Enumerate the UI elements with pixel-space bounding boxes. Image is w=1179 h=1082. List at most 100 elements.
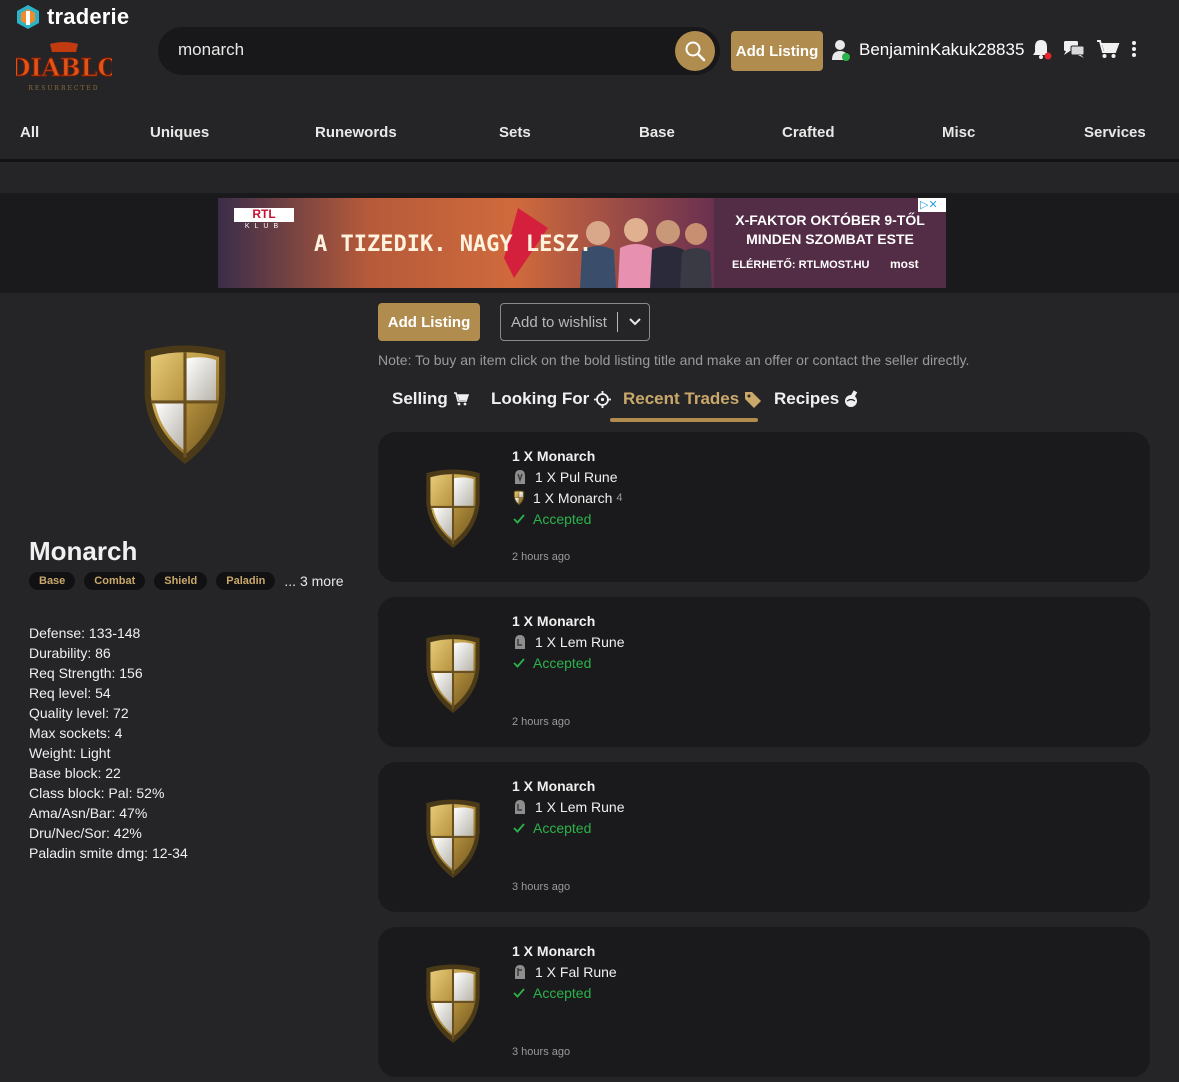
chevron-down-icon[interactable]	[628, 317, 642, 327]
stat-line: Defense: 133-148	[29, 625, 141, 641]
trade-card: 1 X Monarch 1 X Pul Rune 1 X Monarch 4 A…	[378, 432, 1150, 582]
search-input[interactable]: monarch	[178, 40, 244, 60]
stat-line: Weight: Light	[29, 745, 111, 761]
user-profile[interactable]: BenjaminKakuk28835	[831, 39, 1024, 61]
status-text: Accepted	[533, 655, 592, 671]
tab-recent-trades[interactable]: Recent Trades	[623, 389, 762, 409]
add-to-wishlist-button[interactable]: Add to wishlist	[500, 303, 650, 341]
trade-title[interactable]: 1 X Monarch	[512, 943, 595, 959]
tag-paladin[interactable]: Paladin	[216, 572, 276, 590]
stat-line: Req Strength: 156	[29, 665, 143, 681]
stat-line: Class block: Pal: 52%	[29, 785, 165, 801]
trade-time: 2 hours ago	[512, 716, 571, 728]
search-bar[interactable]: monarch	[158, 27, 720, 75]
user-icon	[832, 40, 850, 61]
trade-status: Accepted	[512, 985, 591, 1001]
listing-tabs: Selling Looking For Recent Trades Recipe…	[378, 386, 1150, 426]
stat-line: Ama/Asn/Bar: 47%	[29, 805, 148, 821]
chat-icon[interactable]	[1062, 38, 1086, 60]
trade-title[interactable]: 1 X Monarch	[512, 613, 595, 629]
tab-label: Selling	[392, 389, 448, 408]
cart-icon	[453, 392, 469, 406]
game-logo[interactable]: DIABLO RESURRECTED	[9, 42, 119, 96]
wishlist-separator	[616, 312, 618, 332]
check-icon	[513, 988, 525, 998]
rune-icon	[515, 635, 525, 649]
monarch-shield-image	[133, 343, 237, 467]
ad-rtl-sub: KLUB	[244, 223, 284, 230]
nav-item-runewords[interactable]: Runewords	[315, 124, 397, 141]
offer-text: 1 X Monarch	[533, 490, 613, 506]
svg-text:RESURRECTED: RESURRECTED	[28, 85, 99, 92]
check-icon	[513, 658, 525, 668]
monarch-shield-thumb[interactable]	[422, 798, 484, 880]
tag-base[interactable]: Base	[29, 572, 76, 590]
more-menu-icon[interactable]	[1130, 38, 1138, 60]
stat-line: Dru/Nec/Sor: 42%	[29, 825, 142, 841]
shopping-cart-icon[interactable]	[1096, 38, 1120, 60]
listing-actions: Add Listing Add to wishlist	[378, 303, 650, 341]
trade-offer: 1 X Lem Rune	[512, 634, 625, 650]
ad-rtl-logo: RTL	[252, 207, 276, 221]
trade-card: 1 X Monarch 1 X Fal Rune Accepted 3 hour…	[378, 927, 1150, 1077]
trade-status: Accepted	[512, 655, 591, 671]
monarch-shield-thumb[interactable]	[422, 468, 484, 550]
tab-selling[interactable]: Selling	[392, 389, 469, 409]
search-button[interactable]	[675, 31, 715, 71]
nav-item-base[interactable]: Base	[639, 124, 675, 141]
trade-title[interactable]: 1 X Monarch	[512, 448, 595, 464]
monarch-shield-thumb[interactable]	[422, 633, 484, 715]
trade-card: 1 X Monarch 1 X Lem Rune Accepted 2 hour…	[378, 597, 1150, 747]
tab-looking-for[interactable]: Looking For	[491, 389, 612, 409]
stat-line: Quality level: 72	[29, 705, 129, 721]
category-nav: All Uniques Runewords Sets Base Crafted …	[0, 100, 1179, 162]
crosshair-icon	[594, 390, 612, 408]
trade-title[interactable]: 1 X Monarch	[512, 778, 595, 794]
nav-item-misc[interactable]: Misc	[942, 124, 975, 141]
ad-footer-text: ELÉRHETŐ: RTLMOST.HU	[732, 259, 870, 271]
tag-shield[interactable]: Shield	[154, 572, 208, 590]
stat-line: Durability: 86	[29, 645, 111, 661]
brand[interactable]: traderie	[15, 4, 129, 30]
buy-note: Note: To buy an item click on the bold l…	[378, 352, 970, 368]
wishlist-label: Add to wishlist	[511, 313, 607, 331]
trade-card: 1 X Monarch 1 X Lem Rune Accepted 3 hour…	[378, 762, 1150, 912]
ad-most-logo: most	[890, 257, 919, 271]
diablo-logo-icon: DIABLO RESURRECTED	[9, 42, 119, 92]
trade-status: Accepted	[512, 820, 591, 836]
status-text: Accepted	[533, 511, 592, 527]
stat-line: Req level: 54	[29, 685, 111, 701]
offer-text: 1 X Fal Rune	[535, 964, 617, 980]
rune-icon	[515, 800, 525, 814]
rune-icon	[515, 965, 525, 979]
check-icon	[513, 514, 525, 524]
stat-line: Max sockets: 4	[29, 725, 123, 741]
tag-combat[interactable]: Combat	[84, 572, 146, 590]
stat-line: Base block: 22	[29, 765, 121, 781]
tab-recipes[interactable]: Recipes	[774, 389, 860, 409]
add-listing-main-button[interactable]: Add Listing	[378, 303, 480, 341]
nav-item-all[interactable]: All	[20, 124, 39, 141]
notification-bell-icon[interactable]	[1030, 38, 1052, 60]
status-text: Accepted	[533, 985, 592, 1001]
trade-offer: 1 X Lem Rune	[512, 799, 625, 815]
active-tab-underline	[610, 418, 758, 422]
traderie-logo-icon	[17, 5, 39, 29]
stat-line: Paladin smite dmg: 12-34	[29, 845, 188, 861]
add-listing-button[interactable]: Add Listing	[731, 31, 823, 71]
ad-choices-icon[interactable]: ▷✕	[920, 198, 938, 211]
advertisement-banner[interactable]: RTL KLUB A TIZEDIK. NAGY LESZ. X-FAKTOR …	[218, 198, 946, 288]
tab-label: Looking For	[491, 389, 590, 408]
tab-label: Recent Trades	[623, 389, 740, 408]
nav-item-uniques[interactable]: Uniques	[150, 124, 209, 141]
status-text: Accepted	[533, 820, 592, 836]
nav-item-services[interactable]: Services	[1084, 124, 1146, 141]
monarch-shield-thumb[interactable]	[422, 963, 484, 1045]
more-tags-link[interactable]: ... 3 more	[284, 573, 343, 589]
ad-headline-2: MINDEN SZOMBAT ESTE	[746, 231, 914, 247]
nav-item-crafted[interactable]: Crafted	[782, 124, 835, 141]
svg-text:DIABLO: DIABLO	[16, 53, 112, 82]
nav-item-sets[interactable]: Sets	[499, 124, 531, 141]
username: BenjaminKakuk28835	[859, 40, 1025, 59]
socket-count: 4	[616, 492, 623, 504]
